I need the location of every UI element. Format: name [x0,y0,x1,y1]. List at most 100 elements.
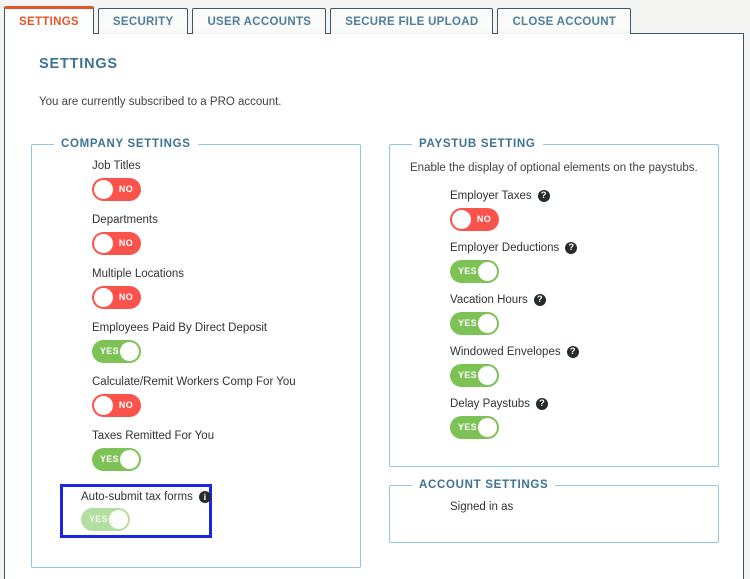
company-settings-fieldset: COMPANY SETTINGS Job Titles NO Departmen… [31,138,361,568]
tab-settings[interactable]: SETTINGS [4,6,94,34]
toggle-knob [478,418,497,437]
setting-label: Delay Paystubs ? [450,398,704,410]
setting-label: Windowed Envelopes ? [450,346,704,358]
toggle-value: NO [476,214,491,224]
setting-label: Auto-submit tax forms i [81,491,211,503]
help-icon[interactable]: ? [566,346,579,358]
toggle-value: NO [118,184,133,194]
setting-label: Employer Taxes ? [450,190,704,202]
tab-security-label: SECURITY [112,15,174,28]
toggle-auto-submit-tax-forms[interactable]: YES [81,508,130,531]
setting-row-employer-taxes: Employer Taxes ? NO [404,190,704,231]
toggle-multiple-locations[interactable]: NO [92,286,141,309]
info-icon[interactable]: i [198,491,211,503]
paystub-setting-legend: PAYSTUB SETTING [419,138,536,150]
setting-label-text: Employer Taxes [450,190,532,202]
setting-label-text: Delay Paystubs [450,398,530,410]
toggle-value: YES [89,514,108,524]
help-icon[interactable]: ? [533,294,546,306]
help-icon[interactable]: ? [565,242,578,254]
toggle-employer-deductions[interactable]: YES [450,260,499,283]
setting-label: Signed in as [450,501,704,513]
setting-row-signed-in-as: Signed in as [404,501,704,513]
setting-row-vacation-hours: Vacation Hours ? YES [404,294,704,335]
tab-close-account[interactable]: CLOSE ACCOUNT [497,8,632,34]
setting-label-text: Taxes Remitted For You [92,430,215,442]
toggle-value: NO [118,400,133,410]
app-screen: SETTINGS SECURITY USER ACCOUNTS SECURE F… [0,0,750,579]
toggle-value: YES [458,266,477,276]
setting-label: Taxes Remitted For You [92,430,346,442]
setting-row-taxes-remitted-for-you: Taxes Remitted For You YES [46,430,346,471]
toggle-knob [478,366,497,385]
tab-secure-file-upload[interactable]: SECURE FILE UPLOAD [330,8,494,34]
toggle-value: YES [458,422,477,432]
toggle-windowed-envelopes[interactable]: YES [450,364,499,387]
toggle-value: YES [458,318,477,328]
settings-panel: SETTINGS You are currently subscribed to… [4,33,744,579]
toggle-vacation-hours[interactable]: YES [450,312,499,335]
toggle-employer-taxes[interactable]: NO [450,208,499,231]
setting-label-text: Departments [92,214,158,226]
page-title: SETTINGS [39,56,118,72]
settings-right-column: PAYSTUB SETTING Enable the display of op… [389,138,719,579]
tab-secure-file-upload-label: SECURE FILE UPLOAD [345,15,479,28]
toggle-value: YES [100,454,119,464]
toggle-departments[interactable]: NO [92,232,141,255]
setting-label-text: Employees Paid By Direct Deposit [92,322,268,334]
toggle-knob [94,180,113,199]
setting-label-text: Windowed Envelopes [450,346,561,358]
help-icon[interactable]: ? [537,190,550,202]
toggle-taxes-remitted-for-you[interactable]: YES [92,448,141,471]
setting-label-text: Employer Deductions [450,242,560,254]
toggle-job-titles[interactable]: NO [92,178,141,201]
toggle-delay-paystubs[interactable]: YES [450,416,499,439]
tab-user-accounts[interactable]: USER ACCOUNTS [192,8,327,34]
tab-user-accounts-label: USER ACCOUNTS [207,15,312,28]
toggle-knob [120,450,139,469]
setting-label-text: Calculate/Remit Workers Comp For You [92,376,296,388]
toggle-knob [109,510,128,529]
setting-label: Departments [92,214,346,226]
toggle-knob [120,342,139,361]
settings-panel-inner: SETTINGS You are currently subscribed to… [5,34,743,579]
toggle-value: YES [100,346,119,356]
toggle-value: NO [118,292,133,302]
setting-row-delay-paystubs: Delay Paystubs ? YES [404,398,704,439]
toggle-knob [94,396,113,415]
paystub-setting-fieldset: PAYSTUB SETTING Enable the display of op… [389,138,719,467]
setting-row-employer-deductions: Employer Deductions ? YES [404,242,704,283]
setting-row-auto-submit-tax-forms[interactable]: Auto-submit tax forms i YES [60,484,212,538]
toggle-value: YES [458,370,477,380]
toggle-knob [478,314,497,333]
toggle-knob [452,210,471,229]
setting-label-text: Job Titles [92,160,141,172]
setting-row-calculate-remit-workers-comp: Calculate/Remit Workers Comp For You NO [46,376,346,417]
tab-settings-label: SETTINGS [19,15,79,28]
setting-label-text: Vacation Hours [450,294,528,306]
setting-label: Calculate/Remit Workers Comp For You [92,376,346,388]
company-settings-legend: COMPANY SETTINGS [61,138,191,150]
setting-label: Employer Deductions ? [450,242,704,254]
setting-row-multiple-locations: Multiple Locations NO [46,268,346,309]
settings-left-column: COMPANY SETTINGS Job Titles NO Departmen… [31,138,361,579]
tab-close-account-label: CLOSE ACCOUNT [512,15,617,28]
settings-tabstrip: SETTINGS SECURITY USER ACCOUNTS SECURE F… [0,6,632,34]
settings-columns: COMPANY SETTINGS Job Titles NO Departmen… [31,138,721,579]
toggle-value: NO [118,238,133,248]
setting-label-text: Auto-submit tax forms [81,491,193,503]
toggle-calculate-remit-workers-comp[interactable]: NO [92,394,141,417]
setting-row-employees-paid-by-direct-deposit: Employees Paid By Direct Deposit YES [46,322,346,363]
tab-security[interactable]: SECURITY [97,8,189,34]
setting-row-departments: Departments NO [46,214,346,255]
paystub-setting-note: Enable the display of optional elements … [410,162,698,174]
setting-row-job-titles: Job Titles NO [46,160,346,201]
setting-label-text: Signed in as [450,501,514,513]
setting-label: Vacation Hours ? [450,294,704,306]
setting-row-windowed-envelopes: Windowed Envelopes ? YES [404,346,704,387]
help-icon[interactable]: ? [535,398,548,410]
toggle-employees-paid-by-direct-deposit[interactable]: YES [92,340,141,363]
setting-label: Multiple Locations [92,268,346,280]
toggle-knob [478,262,497,281]
account-settings-legend: ACCOUNT SETTINGS [419,479,549,491]
